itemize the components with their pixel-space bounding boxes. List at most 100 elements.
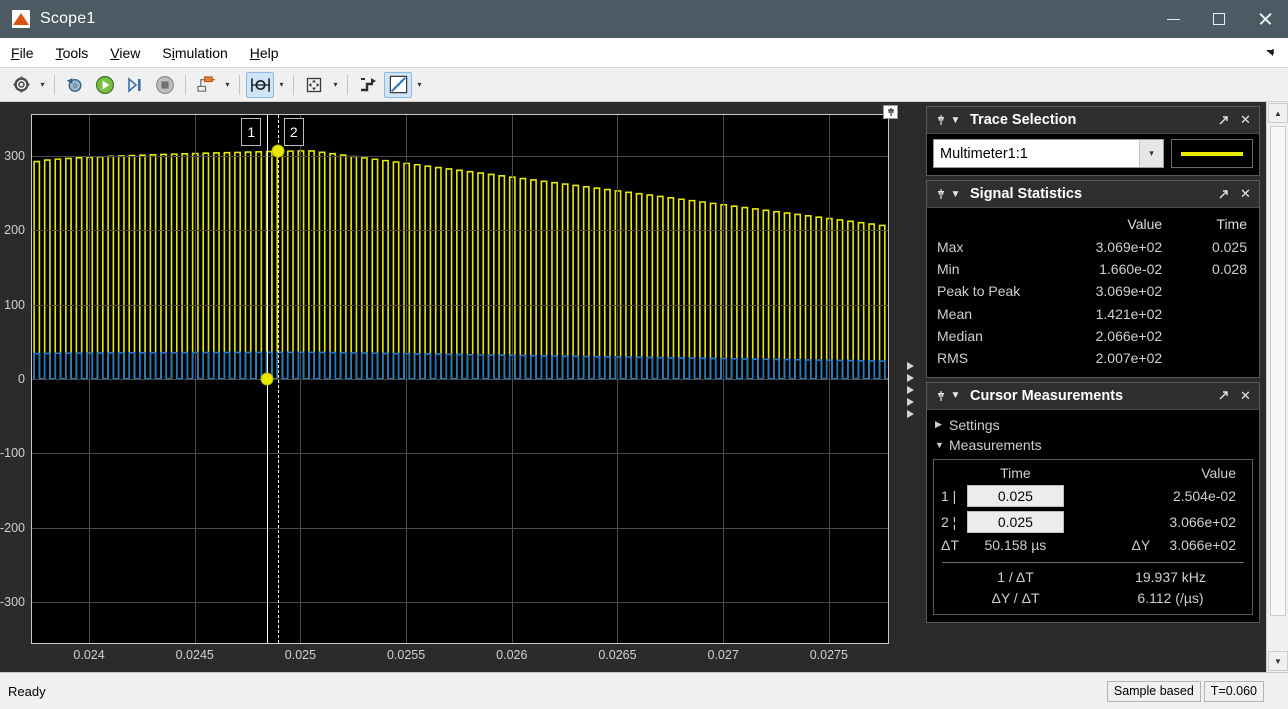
meas-col-value: Value (1201, 464, 1236, 481)
pin-icon[interactable] (933, 110, 948, 130)
x-tick-label: 0.026 (496, 648, 528, 662)
zoom-in-caret-icon[interactable]: ▾ (329, 72, 342, 98)
scroll-down-icon[interactable]: ▼ (1268, 651, 1288, 671)
cursor-row-time-cell: 0.025 (964, 509, 1067, 535)
pin-icon[interactable] (883, 105, 898, 119)
cursor-dot-2[interactable] (271, 144, 285, 158)
matlab-icon (12, 10, 30, 28)
close-icon[interactable]: ✕ (1238, 386, 1253, 406)
trace-select-value: Multimeter1:1 (940, 145, 1028, 162)
highlight-signal-caret-icon[interactable]: ▾ (221, 72, 234, 98)
stats-header-row: Value Time (933, 213, 1253, 235)
cursor-badge-2[interactable]: 2 (283, 118, 304, 146)
zoom-in-button[interactable] (300, 72, 328, 98)
rewind-icon: 0 (66, 78, 82, 92)
stats-row-time: 0.028 (1211, 260, 1247, 277)
minimize-button[interactable] (1150, 0, 1196, 38)
cursor-time-input[interactable]: 0.025 (967, 484, 1064, 507)
chevron-down-icon[interactable]: ▾ (1139, 140, 1163, 167)
close-button[interactable] (1242, 0, 1288, 38)
configuration-caret-icon[interactable]: ▾ (36, 72, 49, 98)
minimize-icon (1166, 18, 1180, 20)
ruler-icon (389, 75, 407, 94)
measurements-button[interactable] (384, 71, 412, 98)
stats-row-label: Max (937, 238, 964, 255)
undock-arrow-icon[interactable] (1216, 184, 1231, 204)
splitter-grip-icon[interactable] (903, 360, 917, 420)
autoscale-button[interactable] (354, 72, 382, 98)
stats-row-time (1176, 347, 1253, 369)
toolbar-separator (54, 74, 55, 95)
stats-row-value: 3.069e+02 (1095, 283, 1163, 300)
x-tick-label: 0.027 (707, 648, 739, 662)
close-icon[interactable]: ✕ (1238, 184, 1253, 204)
stats-row-time: 0.025 (1211, 238, 1247, 255)
plot-area: 300 200 100 0 -100 -200 -300 0.024 0.0245 0.025 0… (0, 102, 914, 672)
y-tick-label: -200 (0, 520, 25, 535)
configuration-properties-button[interactable] (7, 72, 35, 98)
expand-arrow-icon[interactable] (1262, 45, 1278, 61)
stats-row-time (1176, 303, 1253, 325)
cursor-line-2[interactable] (277, 115, 279, 643)
chevron-down-icon[interactable]: ▼ (948, 184, 963, 204)
cursor-time-input[interactable]: 0.025 (967, 510, 1064, 533)
dock-vertical-scrollbar[interactable]: ▲ ▼ (1266, 102, 1288, 672)
delta-y-cell: ΔY 3.066e+02 (1067, 535, 1248, 555)
menu-tools[interactable]: Tools (45, 42, 100, 64)
stats-row-value: 1.660e-02 (1099, 260, 1163, 277)
delta-y-value: 3.066e+02 (1169, 536, 1236, 553)
ratio-row: ΔY / ΔT 6.112 (/µs) (938, 588, 1248, 609)
menu-file[interactable]: File (0, 42, 45, 64)
run-button[interactable] (91, 72, 119, 98)
stats-row: Mean 1.421e+02 (933, 303, 1253, 325)
maximize-button[interactable] (1196, 0, 1242, 38)
status-bar: Ready Sample based T=0.060 (0, 672, 1288, 709)
scroll-up-icon[interactable]: ▲ (1268, 103, 1288, 123)
svg-text:0: 0 (73, 83, 77, 90)
y-tick-label: 0 (18, 372, 25, 386)
cursor-measurements-caret-icon[interactable]: ▾ (275, 72, 288, 98)
step-forward-button[interactable] (121, 72, 149, 98)
grid-line-horizontal (32, 527, 888, 529)
cursor-measurements-button[interactable] (246, 71, 274, 98)
stats-row-value: 1.421e+02 (1095, 305, 1163, 322)
plot-axes[interactable] (31, 114, 889, 644)
measurements-caret-icon[interactable]: ▾ (413, 72, 426, 98)
cursor-badge-1[interactable]: 1 (241, 118, 262, 146)
stats-row-value: 2.007e+02 (1095, 350, 1163, 367)
cursor-row-id: 1 | (941, 487, 957, 504)
menu-simulation[interactable]: Simulation (151, 42, 238, 64)
toolbar-separator (185, 74, 186, 95)
pin-icon[interactable] (933, 386, 948, 406)
y-tick-label: -300 (0, 595, 25, 610)
cursor-dot-1[interactable] (260, 372, 274, 386)
highlight-signal-in-model-button[interactable] (192, 72, 220, 98)
meas-delta-body: ΔT 50.158 µs ΔY 3.066e+02 (938, 535, 1248, 555)
measurements-box: Time Value 1 | 0.025 2.504e-02 2 ¦ 0.025 3.06… (933, 458, 1253, 615)
menu-help[interactable]: Help (239, 42, 290, 64)
panel-trace-selection: ▼ Trace Selection ✕ Multimeter1:1 ▾ (926, 106, 1260, 176)
scrollbar-thumb[interactable] (1270, 126, 1286, 616)
play-icon (96, 75, 114, 94)
ratio-value: 19.937 kHz (1135, 569, 1206, 586)
trace-color-swatch[interactable] (1171, 139, 1253, 168)
settings-section-toggle[interactable]: ▶ Settings (933, 415, 1253, 435)
close-icon[interactable]: ✕ (1238, 110, 1253, 130)
x-tick-label: 0.025 (284, 648, 317, 662)
measurements-divider (942, 561, 1244, 563)
menu-view[interactable]: View (99, 42, 151, 64)
chevron-down-icon[interactable]: ▼ (948, 386, 963, 406)
chevron-down-icon[interactable]: ▼ (948, 110, 963, 130)
measurements-section-toggle[interactable]: ▼ Measurements (933, 435, 1253, 455)
stop-button[interactable] (151, 72, 179, 98)
y-tick-label: 200 (4, 223, 25, 238)
run-back-to-start-button[interactable]: 0 (61, 72, 89, 98)
undock-arrow-icon[interactable] (1216, 110, 1231, 130)
signal-trace (33, 150, 888, 380)
pin-icon[interactable] (933, 184, 948, 204)
undock-arrow-icon[interactable] (1216, 386, 1231, 406)
status-message: Ready (8, 683, 46, 699)
measurements-label: Measurements (949, 436, 1042, 453)
trace-select-dropdown[interactable]: Multimeter1:1 ▾ (933, 139, 1164, 168)
settings-label: Settings (949, 416, 1000, 433)
